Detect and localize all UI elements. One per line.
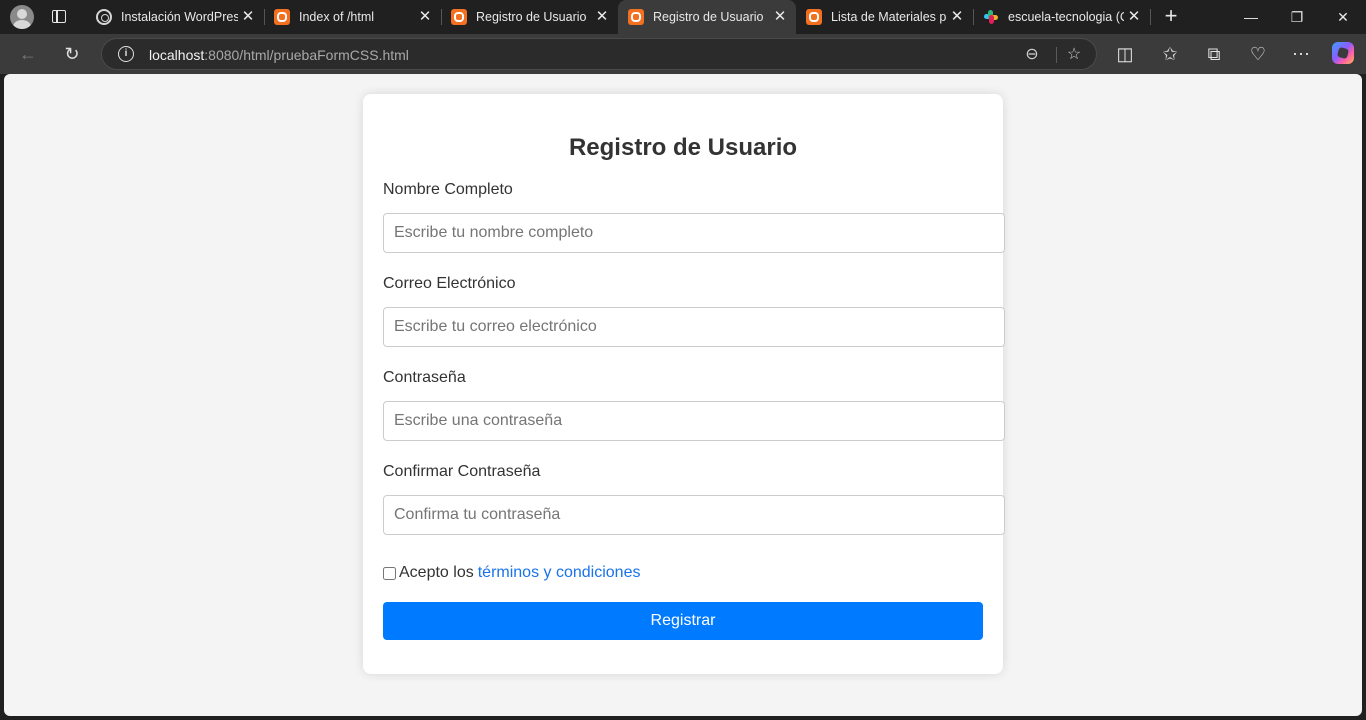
tab-title: Registro de Usuario [653,10,764,24]
split-screen-icon[interactable]: ◫ [1113,42,1137,66]
terms-link[interactable]: términos y condiciones [478,564,641,582]
reading-view-icon[interactable]: ⊖ [1021,44,1043,66]
xampp-icon [451,9,467,25]
xampp-icon [274,9,290,25]
address-divider [1056,47,1057,63]
terms-checkbox[interactable] [383,566,396,580]
close-icon[interactable]: ✕ [947,7,967,27]
xampp-icon [806,9,822,25]
tab-title: escuela-tecnologia (C [1008,10,1124,24]
browser-toolbar: ← ↻ i localhost:8080/html/pruebaFormCSS.… [0,34,1366,74]
password-input[interactable] [383,401,1005,441]
tab-registro-1[interactable]: Registro de Usuario ✕ [441,0,618,34]
address-bar[interactable]: i localhost:8080/html/pruebaFormCSS.html… [101,38,1097,70]
registration-form: Registro de Usuario Nombre Completo Corr… [363,94,1005,674]
collections-icon[interactable]: ⧉ [1202,42,1226,66]
tab-registro-active[interactable]: Registro de Usuario ✕ [618,0,796,34]
email-label: Correo Electrónico [383,275,516,292]
email-input[interactable] [383,307,1005,347]
restore-button[interactable]: ❐ [1274,0,1320,34]
back-arrow-icon[interactable]: ← [16,42,40,66]
tab-title: Registro de Usuario [476,10,587,24]
close-icon[interactable]: ✕ [592,7,612,27]
refresh-icon[interactable]: ↻ [60,42,84,66]
tab-title: Index of /html [299,10,375,24]
full-name-label: Nombre Completo [383,181,513,198]
register-button[interactable]: Registrar [383,602,983,640]
xampp-icon [628,9,644,25]
tab-slack[interactable]: escuela-tecnologia (C ✕ [973,0,1150,34]
wordpress-icon [96,9,112,25]
close-window-button[interactable]: ✕ [1320,0,1366,34]
close-icon[interactable]: ✕ [1124,7,1144,27]
profile-avatar-icon[interactable] [10,5,34,29]
form-title: Registro de Usuario [568,134,798,161]
tab-divider [1150,9,1151,25]
password-label: Contraseña [383,369,466,386]
tab-index[interactable]: Index of /html ✕ [264,0,441,34]
site-info-icon[interactable]: i [118,46,134,62]
close-icon[interactable]: ✕ [415,7,435,27]
browser-essentials-icon[interactable]: ♡ [1246,42,1270,66]
close-icon[interactable]: ✕ [238,7,258,27]
minimize-button[interactable]: — [1228,0,1274,34]
terms-label: Acepto los [399,564,474,581]
tab-strip: Instalación WordPress ✕ Index of /html ✕… [0,0,1366,34]
tab-title: Lista de Materiales pa [831,10,947,24]
terms-row: Acepto los términos y condiciones [383,564,640,582]
tab-actions-icon[interactable] [50,8,68,26]
copilot-icon[interactable] [1332,42,1354,64]
favorite-star-icon[interactable]: ☆ [1063,44,1085,66]
tab-title: Instalación WordPress [121,10,238,24]
slack-icon [983,9,999,25]
url-text[interactable]: localhost:8080/html/pruebaFormCSS.html [149,47,409,63]
tab-wordpress[interactable]: Instalación WordPress ✕ [86,0,264,34]
page-viewport: Registro de Usuario Nombre Completo Corr… [4,74,1362,716]
settings-more-icon[interactable]: ⋯ [1289,42,1313,66]
tab-lista-materiales[interactable]: Lista de Materiales pa ✕ [796,0,973,34]
new-tab-button[interactable]: + [1160,5,1182,28]
favorites-icon[interactable]: ✩ [1158,42,1182,66]
full-name-input[interactable] [383,213,1005,253]
close-icon[interactable]: ✕ [770,7,790,27]
confirm-password-label: Confirmar Contraseña [383,463,541,480]
confirm-password-input[interactable] [383,495,1005,535]
